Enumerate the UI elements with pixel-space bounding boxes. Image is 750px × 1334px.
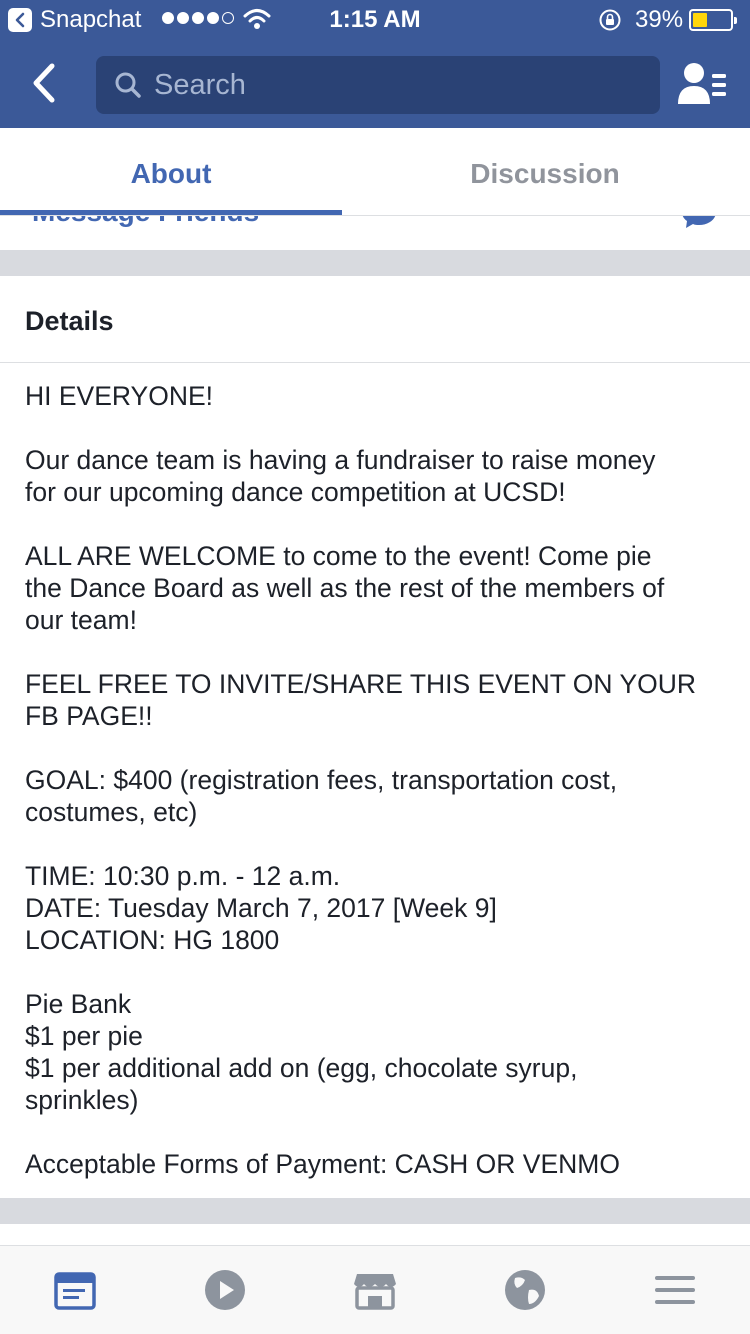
status-bar: Snapchat 1:15 AM 39% — [0, 0, 750, 40]
message-friends-label: Message Friends — [32, 216, 259, 228]
details-line: FB PAGE!! — [25, 701, 153, 731]
details-line: for our upcoming dance competition at UC… — [25, 477, 566, 507]
details-line: GOAL: $400 (registration fees, transport… — [25, 765, 618, 795]
section-separator — [0, 1198, 750, 1224]
next-section-peek — [0, 1224, 750, 1246]
details-line: DATE: Tuesday March 7, 2017 [Week 9] — [25, 893, 497, 923]
battery-level-fill — [693, 13, 707, 27]
details-line: Pie Bank — [25, 989, 132, 1019]
message-friends-row[interactable]: Message Friends — [0, 216, 750, 250]
details-line: LOCATION: HG 1800 — [25, 925, 280, 955]
details-body: HI EVERYONE! Our dance team is having a f… — [25, 380, 735, 1180]
rotation-lock-icon — [599, 9, 621, 31]
bottom-tab-bar — [0, 1246, 750, 1334]
details-line: costumes, etc) — [25, 797, 198, 827]
details-line: $1 per additional add on (egg, chocolate… — [25, 1053, 578, 1083]
news-feed-icon[interactable] — [53, 1268, 97, 1312]
notifications-globe-icon[interactable] — [503, 1268, 547, 1312]
navigation-bar: Search — [0, 40, 750, 128]
messenger-icon[interactable] — [682, 216, 716, 230]
search-placeholder: Search — [154, 69, 246, 101]
details-line: HI EVERYONE! — [25, 381, 214, 411]
video-icon[interactable] — [203, 1268, 247, 1312]
details-heading: Details — [25, 306, 114, 336]
tab-discussion[interactable]: Discussion — [375, 128, 715, 216]
search-input[interactable]: Search — [96, 56, 660, 114]
details-line: Acceptable Forms of Payment: CASH OR VEN… — [25, 1149, 620, 1179]
details-line: FEEL FREE TO INVITE/SHARE THIS EVENT ON … — [25, 669, 697, 699]
details-line: our team! — [25, 605, 137, 635]
details-divider — [0, 362, 750, 363]
details-line: $1 per pie — [25, 1021, 143, 1051]
menu-icon[interactable] — [653, 1268, 697, 1312]
battery-percentage: 39% — [635, 6, 684, 33]
marketplace-icon[interactable] — [353, 1268, 397, 1312]
section-separator — [0, 250, 750, 276]
details-line: ALL ARE WELCOME to come to the event! Co… — [25, 541, 652, 571]
details-line: TIME: 10:30 p.m. - 12 a.m. — [25, 861, 341, 891]
details-line: the Dance Board as well as the rest of t… — [25, 573, 665, 603]
event-tabs: About Discussion — [0, 128, 750, 216]
back-arrow-icon[interactable] — [26, 60, 66, 106]
details-card: Details HI EVERYONE! Our dance team is ha… — [0, 276, 750, 1198]
active-tab-indicator — [0, 210, 342, 215]
battery-icon — [689, 9, 737, 31]
search-icon — [115, 72, 141, 98]
tab-about[interactable]: About — [0, 128, 342, 216]
details-line: Our dance team is having a fundraiser to… — [25, 445, 656, 475]
details-line: sprinkles) — [25, 1085, 139, 1115]
friend-requests-icon[interactable] — [676, 60, 728, 108]
